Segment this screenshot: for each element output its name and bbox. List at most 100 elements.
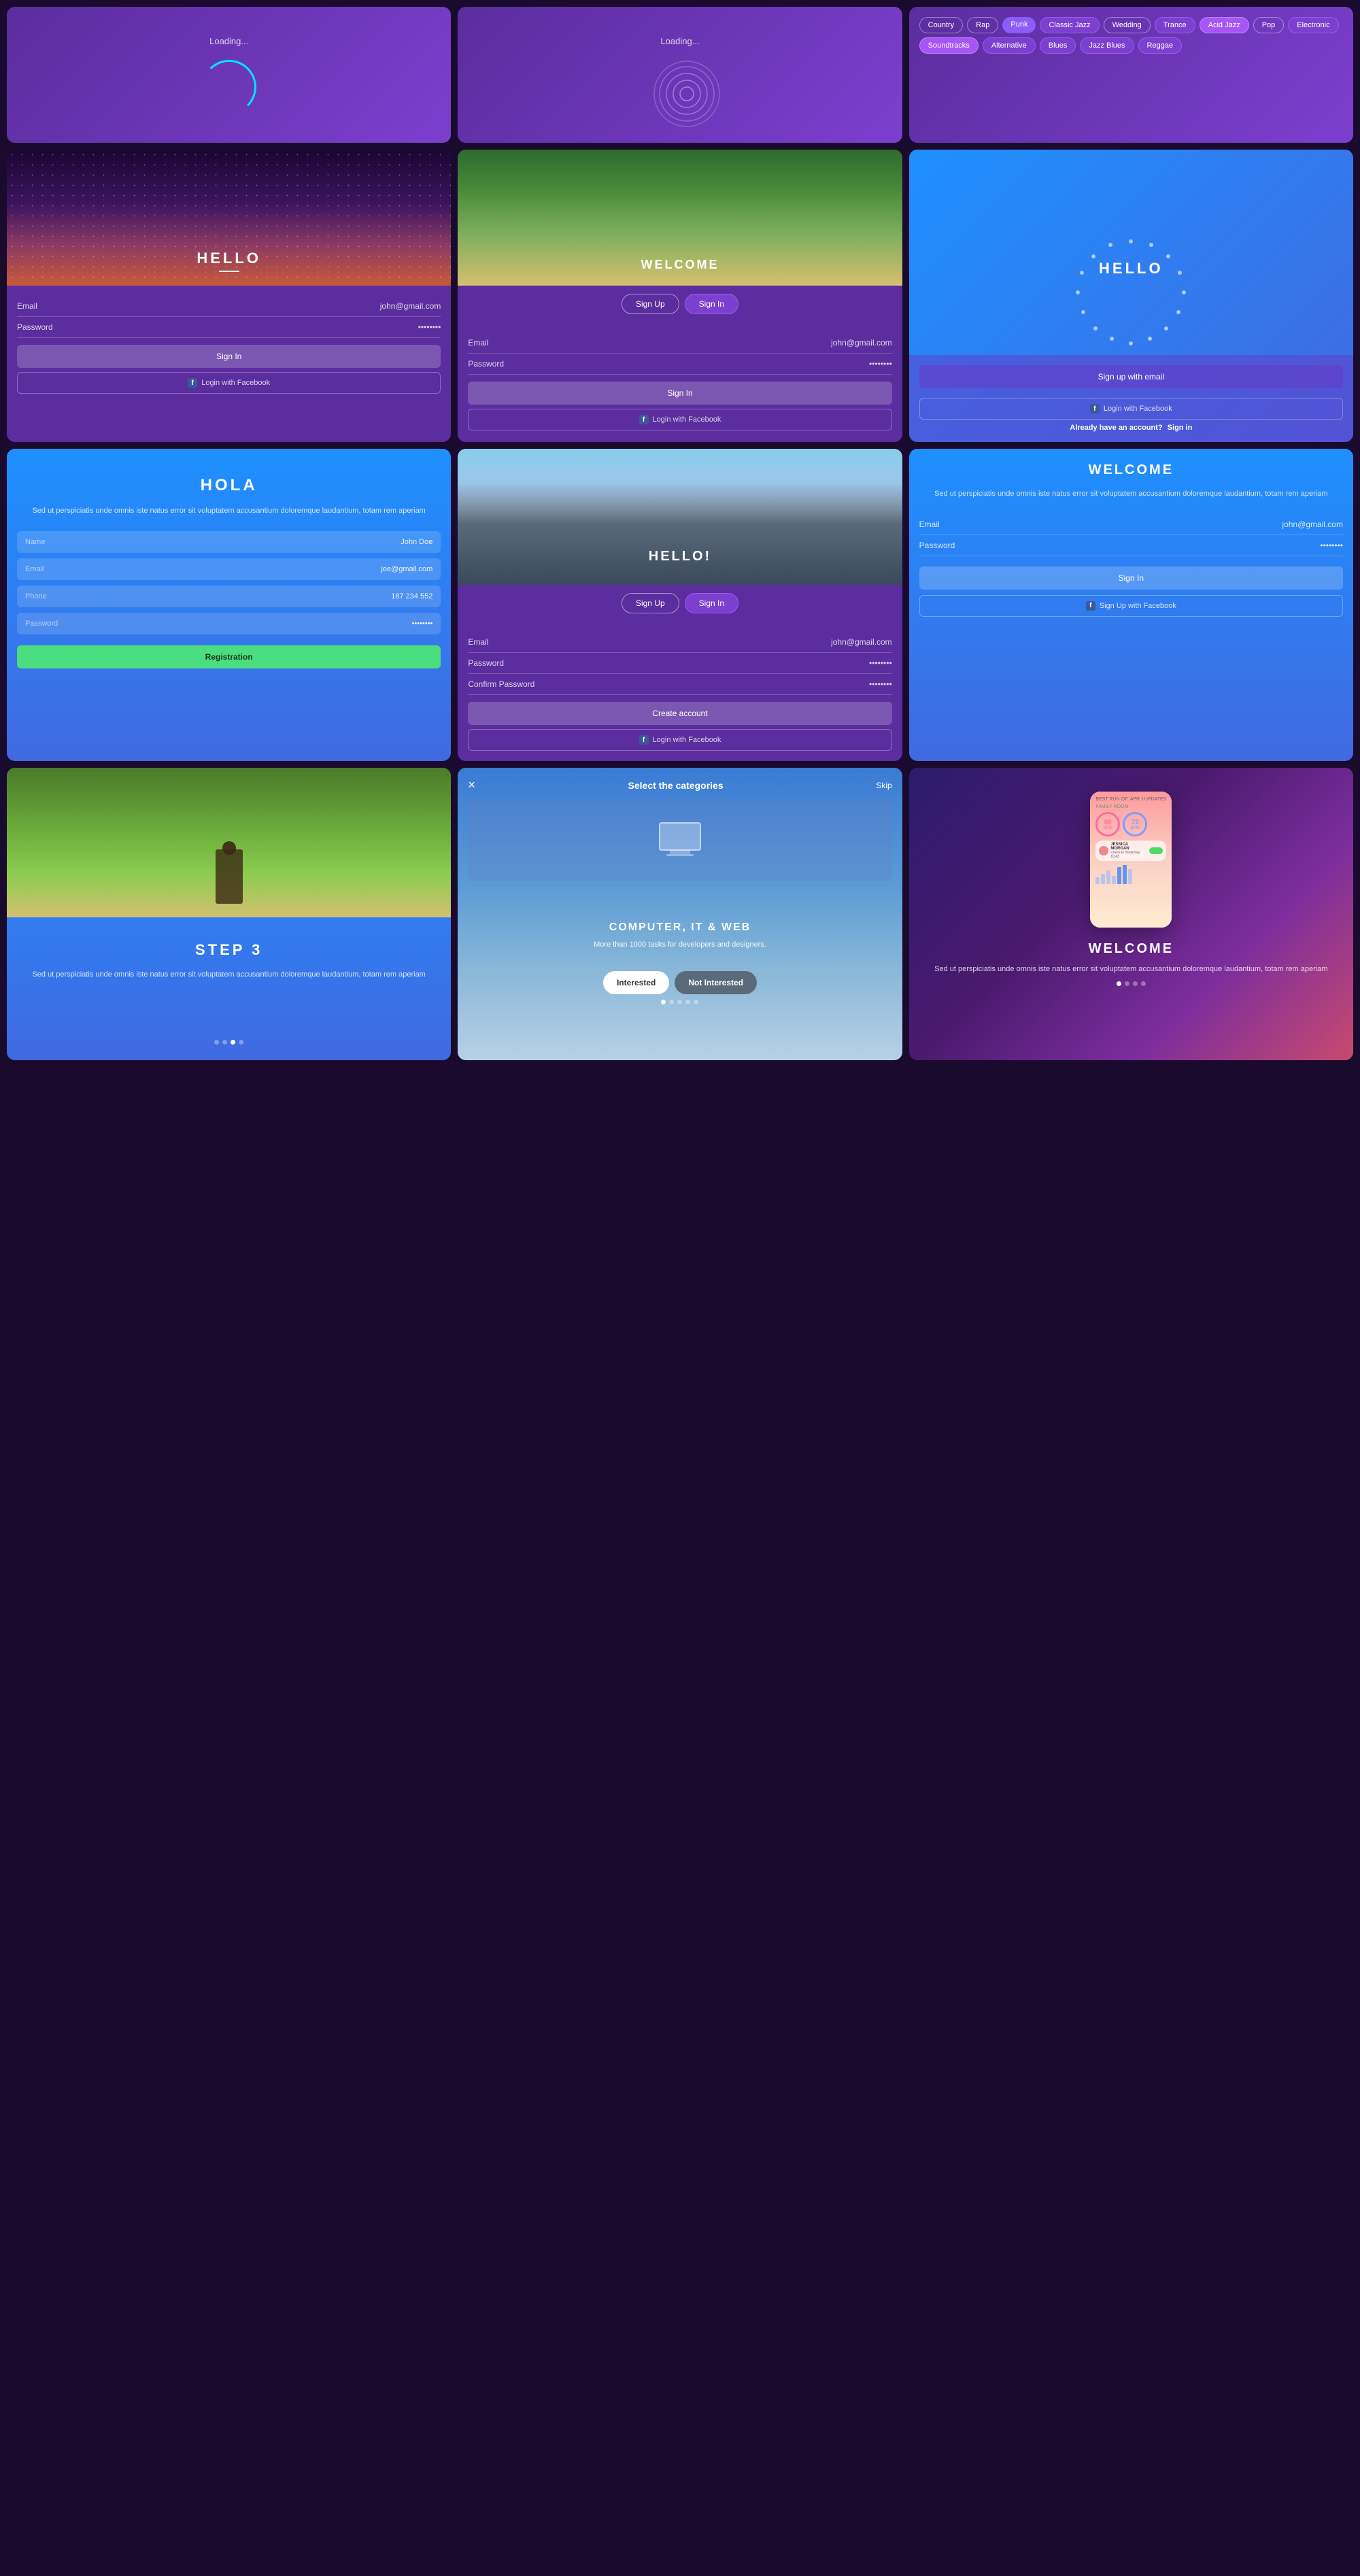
welcome-blue-password-label: Password	[919, 541, 955, 550]
city-signup-tab[interactable]: Sign Up	[622, 593, 679, 613]
signup-email-button[interactable]: Sign up with email	[919, 365, 1343, 388]
city-confirm-row: Confirm Password ••••••••	[468, 674, 891, 695]
tag-classic-jazz[interactable]: Classic Jazz	[1040, 17, 1099, 33]
phone-label: Phone	[25, 592, 47, 600]
sign-in-button[interactable]: Sign In	[17, 345, 441, 368]
cat-dot-3	[677, 1000, 682, 1004]
hello-blue-facebook-label: Login with Facebook	[1104, 405, 1172, 413]
city-signin-tab[interactable]: Sign In	[685, 593, 738, 613]
welcome-blue-facebook-button[interactable]: f Sign Up with Facebook	[919, 595, 1343, 617]
skip-button[interactable]: Skip	[876, 781, 891, 790]
phone-mockup: BEST RUN OF: APR 1 UPDATES FAMILY ROOM 6…	[1090, 792, 1172, 928]
welcome-blue-title: WELCOME	[919, 462, 1343, 478]
tag-trance[interactable]: Trance	[1155, 17, 1195, 33]
app-dot-1	[1117, 981, 1121, 986]
categories-image	[468, 799, 891, 881]
hola-password-field[interactable]: Password ••••••••	[17, 613, 441, 634]
step3-description: Sed ut perspiciatis unde omnis iste natu…	[17, 969, 441, 981]
hola-description: Sed ut perspiciatis unde omnis iste natu…	[17, 505, 441, 518]
tab-signin-btn[interactable]: Sign In	[685, 294, 738, 314]
tag-rap[interactable]: Rap	[967, 17, 998, 33]
hello-blue-facebook-icon: f	[1090, 404, 1100, 413]
tag-wedding[interactable]: Wedding	[1104, 17, 1151, 33]
outdoor-facebook-button[interactable]: f Login with Facebook	[468, 409, 891, 430]
welcome-app-pagination	[1111, 976, 1151, 992]
close-button[interactable]: ×	[468, 778, 475, 792]
password-row: Password ••••••••	[17, 317, 441, 338]
welcome-app-title: WELCOME	[1089, 941, 1174, 957]
hello-dark-card: HELLO Email john@gmail.com Password ••••…	[7, 150, 451, 442]
city-password-value: ••••••••	[869, 658, 892, 668]
genre-tags-container: Country Rap Punk Classic Jazz Wedding Tr…	[919, 17, 1343, 54]
city-email-label: Email	[468, 637, 488, 647]
hello-blue-bottom: Sign up with email f Login with Facebook…	[909, 355, 1353, 442]
outdoor-facebook-icon: f	[639, 415, 649, 424]
categories-pagination	[468, 994, 891, 1010]
phone-field[interactable]: Phone 187 234 552	[17, 586, 441, 607]
categories-header: × Select the categories Skip	[468, 778, 891, 792]
phone-value: 187 234 552	[391, 592, 432, 600]
outdoor-sign-in-button[interactable]: Sign In	[468, 382, 891, 405]
hola-email-label: Email	[25, 565, 44, 573]
loading-spinner-1	[202, 60, 256, 114]
hello-blue-facebook-button[interactable]: f Login with Facebook	[919, 398, 1343, 420]
welcome-blue-email-value: john@gmail.com	[1282, 520, 1343, 529]
welcome-blue-password-row: Password ••••••••	[919, 535, 1343, 556]
stat-circle-2: 72 BPM	[1123, 812, 1147, 836]
welcome-outdoor-hero: WELCOME	[458, 150, 902, 286]
step3-dot-4	[239, 1040, 243, 1045]
tag-acid-jazz[interactable]: Acid Jazz	[1200, 17, 1249, 33]
create-account-button[interactable]: Create account	[468, 702, 891, 725]
computer-icon	[653, 819, 707, 860]
hello-dark-title: HELLO	[197, 250, 261, 272]
welcome-outdoor-form: Email john@gmail.com Password •••••••• S…	[458, 322, 902, 442]
categories-card: × Select the categories Skip COMPUTER, I…	[458, 768, 902, 1060]
tag-electronic[interactable]: Electronic	[1288, 17, 1338, 33]
phone-notification: JESSICA MORGAN Check-in Yesterday 10:43	[1095, 841, 1166, 861]
welcome-app-description: Sed ut perspiciatis unde omnis iste natu…	[934, 964, 1327, 976]
tab-signup-btn[interactable]: Sign Up	[622, 294, 679, 314]
tag-reggae[interactable]: Reggae	[1138, 37, 1183, 54]
hola-password-label: Password	[25, 620, 58, 628]
tag-punk[interactable]: Punk	[1002, 17, 1036, 33]
bar-7	[1128, 869, 1132, 884]
step3-dot-2	[222, 1040, 227, 1045]
outdoor-password-label: Password	[468, 359, 504, 369]
welcome-blue-sign-in-button[interactable]: Sign In	[919, 566, 1343, 590]
interested-button[interactable]: Interested	[603, 971, 669, 994]
city-password-label: Password	[468, 658, 504, 668]
tag-country[interactable]: Country	[919, 17, 964, 33]
hello-city-hero: HELLO!	[458, 449, 902, 585]
tag-blues[interactable]: Blues	[1040, 37, 1076, 54]
outdoor-email-label: Email	[468, 338, 488, 348]
welcome-blue-desc: Sed ut perspiciatis unde omnis iste natu…	[919, 488, 1343, 501]
registration-button[interactable]: Registration	[17, 645, 441, 668]
tag-jazz-blues[interactable]: Jazz Blues	[1080, 37, 1134, 54]
tag-soundtracks[interactable]: Soundtracks	[919, 37, 979, 54]
email-field[interactable]: Email joe@gmail.com	[17, 558, 441, 580]
stat2-value: 72	[1132, 819, 1139, 826]
bar-4	[1112, 876, 1116, 884]
hello-dark-hero: HELLO	[7, 150, 451, 286]
cat-dot-2	[669, 1000, 674, 1004]
category-description: More than 1000 tasks for developers and …	[468, 939, 891, 951]
facebook-login-button[interactable]: f Login with Facebook	[17, 372, 441, 394]
name-field[interactable]: Name John Doe	[17, 531, 441, 553]
welcome-blue-card: WELCOME Sed ut perspiciatis unde omnis i…	[909, 449, 1353, 761]
email-value: john@gmail.com	[380, 301, 441, 311]
city-facebook-button[interactable]: f Login with Facebook	[468, 729, 891, 751]
bar-6	[1123, 865, 1127, 884]
sign-in-link[interactable]: Sign in	[1168, 424, 1193, 432]
hola-title: HOLA	[17, 476, 441, 495]
bar-2	[1101, 874, 1105, 884]
city-skyline	[458, 483, 902, 585]
facebook-btn-label: Login with Facebook	[201, 379, 270, 387]
bar-3	[1106, 870, 1110, 884]
not-interested-button[interactable]: Not Interested	[675, 971, 757, 994]
name-value: John Doe	[401, 538, 432, 546]
tag-pop[interactable]: Pop	[1253, 17, 1285, 33]
step3-dot-1	[214, 1040, 219, 1045]
tag-alternative[interactable]: Alternative	[983, 37, 1036, 54]
phone-header: BEST RUN OF: APR 1 UPDATES	[1095, 797, 1166, 802]
outdoor-email-row: Email john@gmail.com	[468, 333, 891, 354]
